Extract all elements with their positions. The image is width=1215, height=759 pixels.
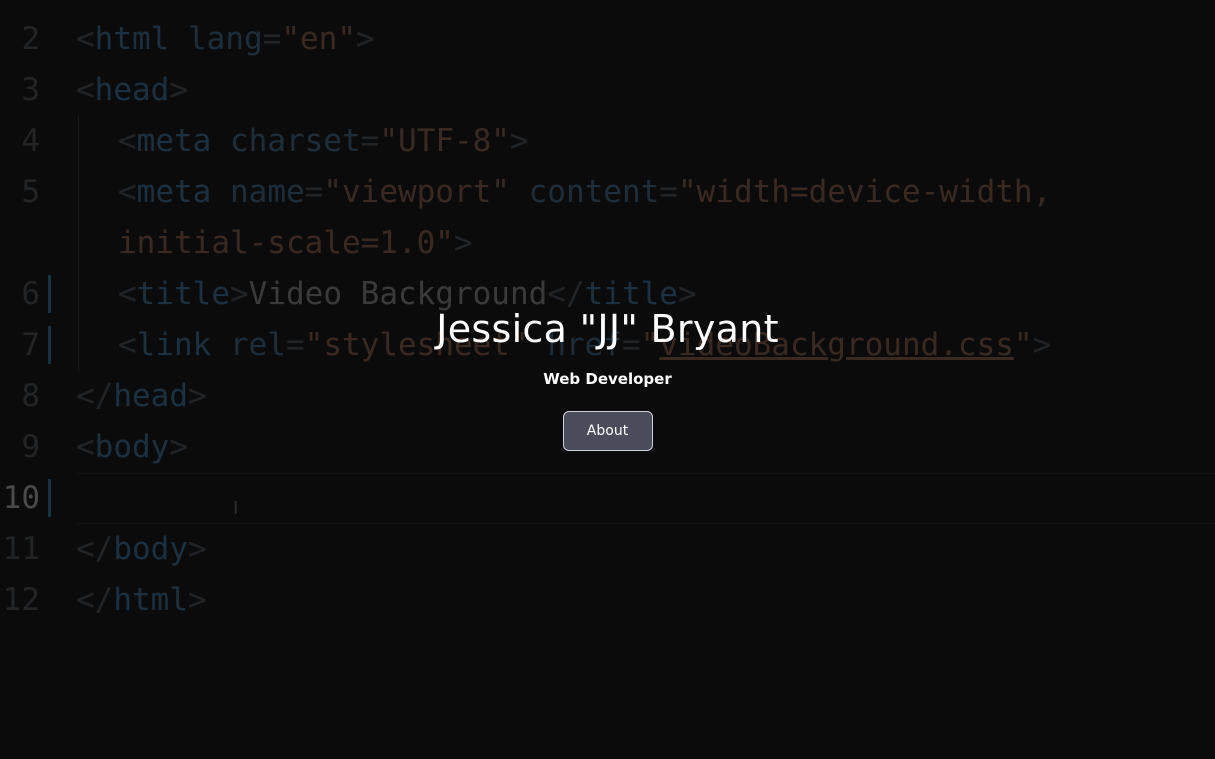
about-button[interactable]: About	[562, 411, 653, 451]
hero-title: Jessica "JJ" Bryant	[436, 307, 779, 351]
page-stage: 2 <html lang="en"> 3 <head> 4 <meta charset="…	[0, 0, 1215, 759]
hero-subtitle: Web Developer	[543, 370, 672, 388]
hero-section: Jessica "JJ" Bryant Web Developer About	[0, 305, 1215, 451]
